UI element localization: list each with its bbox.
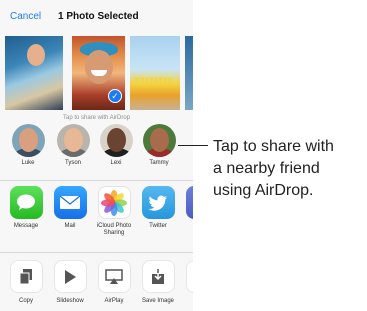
copy-icon: [9, 260, 43, 293]
action-label: Slideshow: [56, 298, 84, 304]
airdrop-person-luke[interactable]: Luke: [10, 124, 46, 166]
photo-thumbnail[interactable]: [5, 36, 63, 110]
share-apps-row: Message Mail iCloud Photo Sharing Twitte…: [0, 186, 193, 248]
person-name: Tyson: [64, 160, 81, 166]
app-label: Message: [13, 223, 39, 229]
action-label: AirPlay: [104, 298, 124, 304]
avatar: [142, 124, 176, 157]
photo-face: [85, 50, 113, 84]
action-icon: [185, 260, 193, 293]
icloud-photo-sharing-icon: [97, 186, 131, 219]
share-sheet: Cancel 1 Photo Selected ✓ TTITITIT Tap t…: [0, 0, 193, 311]
share-app-icloud-photo-sharing[interactable]: iCloud Photo Sharing: [94, 186, 134, 237]
share-app-partial[interactable]: F: [182, 186, 193, 230]
action-label: Copy: [18, 298, 33, 304]
action-slideshow[interactable]: Slideshow: [50, 260, 90, 304]
share-actions-row: Copy Slideshow AirPlay Save Image A: [0, 260, 193, 311]
callout-line: [178, 145, 208, 146]
share-app-message[interactable]: Message: [6, 186, 46, 230]
app-icon: [185, 186, 193, 219]
photo-subject: [27, 44, 45, 66]
mail-icon: [53, 186, 87, 219]
photo-thumbnail-selected[interactable]: ✓: [72, 36, 125, 110]
avatar: [11, 124, 45, 157]
play-icon: [53, 260, 87, 293]
action-partial[interactable]: A: [182, 260, 193, 304]
person-name: Tammy: [149, 160, 169, 166]
message-icon: [9, 186, 43, 219]
callout-line-2: a nearby friend: [213, 160, 320, 177]
airdrop-person-lexi[interactable]: Lexi: [98, 124, 134, 166]
divider: [0, 252, 193, 253]
app-label: Mail: [64, 223, 76, 229]
avatar: [99, 124, 133, 157]
twitter-icon: [141, 186, 175, 219]
selection-title: 1 Photo Selected: [58, 11, 139, 22]
airdrop-person-tyson[interactable]: Tyson: [55, 124, 91, 166]
share-app-twitter[interactable]: Twitter: [138, 186, 178, 230]
airdrop-people-row: Luke Tyson Lexi Tammy: [0, 124, 193, 176]
photo-thumbnail[interactable]: TTITITIT: [130, 36, 180, 110]
action-save-image[interactable]: Save Image: [138, 260, 178, 304]
photo-thumbnail-partial[interactable]: [185, 36, 193, 110]
app-label: iCloud Photo Sharing: [96, 223, 132, 236]
selected-check-icon: ✓: [108, 89, 122, 103]
app-label: Twitter: [149, 223, 167, 229]
save-image-icon: [141, 260, 175, 293]
divider: [0, 180, 193, 181]
person-name: Luke: [21, 160, 35, 166]
photo-overlay-text: TTITITIT: [134, 76, 173, 86]
share-app-mail[interactable]: Mail: [50, 186, 90, 230]
callout-line-3: using AirDrop.: [213, 182, 314, 199]
app-label: F: [182, 223, 193, 230]
airdrop-hint: Tap to share with AirDrop: [62, 115, 131, 121]
airdrop-callout: Tap to share with a nearby friend using …: [213, 136, 363, 202]
airdrop-person-tammy[interactable]: Tammy: [141, 124, 177, 166]
photo-strip[interactable]: ✓ TTITITIT: [0, 36, 193, 110]
airplay-icon: [97, 260, 131, 293]
avatar: [56, 124, 90, 157]
share-sheet-header: Cancel 1 Photo Selected: [0, 0, 193, 36]
action-copy[interactable]: Copy: [6, 260, 46, 304]
callout-line-1: Tap to share with: [213, 138, 334, 155]
action-airplay[interactable]: AirPlay: [94, 260, 134, 304]
person-name: Lexi: [110, 160, 122, 166]
action-label: A: [182, 298, 193, 304]
action-label: Save Image: [141, 298, 175, 304]
cancel-button[interactable]: Cancel: [10, 11, 41, 22]
